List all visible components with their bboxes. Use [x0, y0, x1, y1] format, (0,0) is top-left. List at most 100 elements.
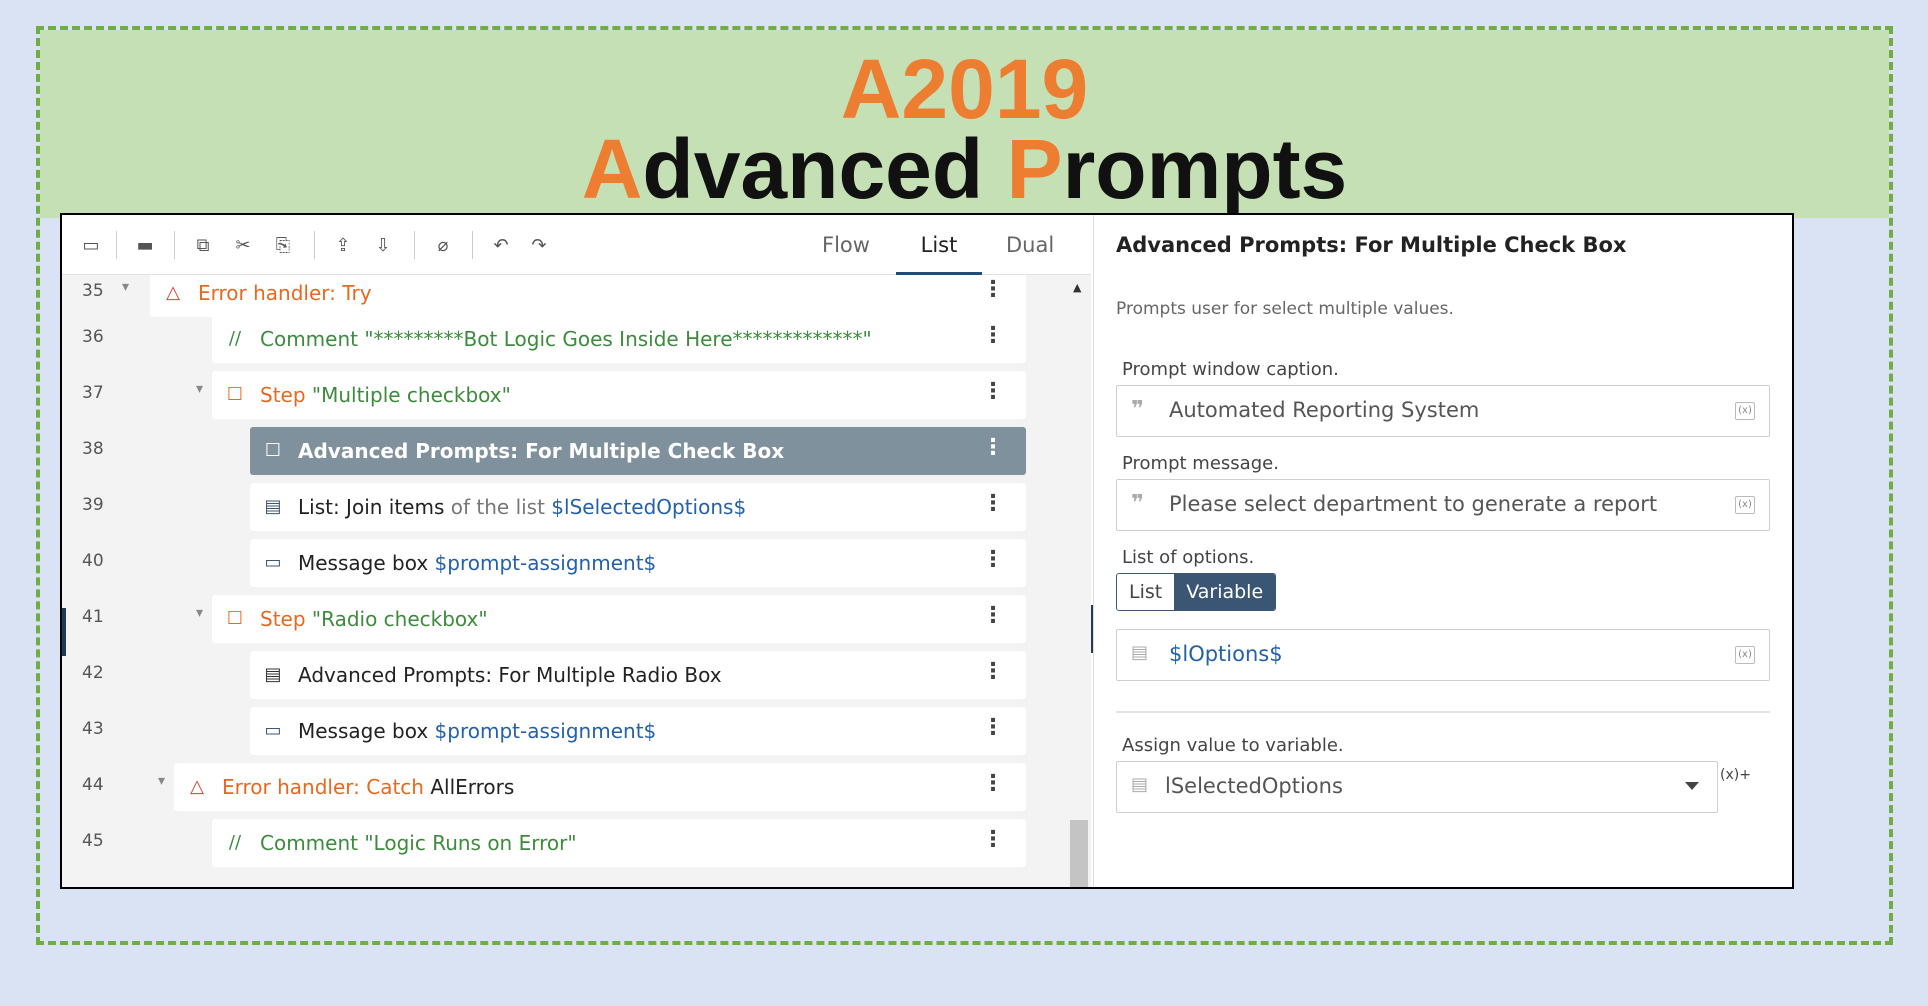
collapse-chevron-icon[interactable]: ▾	[196, 381, 203, 397]
list-item[interactable]: 40 ▭ Message box $prompt-assignment$ ⋮	[62, 537, 1062, 587]
export-icon[interactable]: ⇪	[332, 235, 354, 257]
collapse-chevron-icon[interactable]: ▾	[158, 773, 165, 789]
list-item[interactable]: 38 ☐ Advanced Prompts: For Multiple Check …	[62, 425, 1062, 475]
assign-value: lSelectedOptions	[1165, 774, 1343, 798]
comment-icon: //	[228, 328, 242, 349]
action-label-part: "Radio checkbox"	[311, 607, 488, 631]
scroll-up-icon[interactable]: ▲	[1073, 281, 1081, 294]
laptop-icon[interactable]: ▬	[134, 235, 156, 257]
more-options-icon[interactable]: ⋮	[982, 491, 1004, 516]
list-item[interactable]: 43 ▭ Message box $prompt-assignment$ ⋮	[62, 705, 1062, 755]
line-number: 42	[82, 663, 104, 683]
insert-variable-icon[interactable]: (x)	[1735, 496, 1755, 514]
action-label-part: Advanced Prompts: For Multiple Check Box	[298, 439, 785, 463]
undo-icon[interactable]: ↶	[490, 235, 512, 257]
action-label: Error handler: Catch AllErrors	[222, 775, 514, 799]
message-field[interactable]: ❞ Please select department to generate a…	[1116, 479, 1770, 531]
action-label-part: "Multiple checkbox"	[311, 383, 511, 407]
tab-list[interactable]: List	[896, 229, 982, 275]
action-label-part: Error handler: Try	[198, 281, 372, 305]
scrollbar-thumb[interactable]	[1070, 820, 1088, 887]
list-item[interactable]: 37 ▾ ☐ Step "Multiple checkbox" ⋮	[62, 369, 1062, 419]
toggle-list[interactable]: List	[1117, 574, 1175, 610]
list-icon: ▤	[264, 496, 282, 517]
toggle-variable[interactable]: Variable	[1174, 574, 1276, 610]
toolbar-separator	[314, 231, 315, 259]
action-card[interactable]: // Comment "Logic Runs on Error" ⋮	[212, 819, 1026, 867]
line-number: 38	[82, 439, 104, 459]
warning-triangle-icon: △	[166, 282, 180, 303]
chevron-down-icon[interactable]	[1685, 782, 1699, 790]
list-item[interactable]: 35 ▾ △ Error handler: Try ⋮	[62, 275, 1062, 317]
action-label-part: $lSelectedOptions$	[551, 495, 747, 519]
line-number: 41	[82, 607, 104, 627]
list-item[interactable]: 45 // Comment "Logic Runs on Error" ⋮	[62, 817, 1062, 867]
action-label-part: Step	[260, 607, 312, 631]
editor-toolbar: ▭ ▬ ⧉ ✂ ⎘ ⇪ ⇩ ⌀ ↶ ↷ Flow List Dual	[62, 215, 1091, 275]
action-label-part: AllErrors	[430, 775, 515, 799]
action-label: Advanced Prompts: For Multiple Radio Box	[298, 663, 722, 687]
action-card[interactable]: ▤ List: Join items of the list $lSelected…	[250, 483, 1026, 531]
action-label-part: "*********Bot Logic Goes Inside Here****…	[364, 327, 872, 351]
list-item[interactable]: 36 // Comment "*********Bot Logic Goes Ins…	[62, 313, 1062, 363]
collapse-chevron-icon[interactable]: ▾	[122, 279, 129, 295]
copy-icon[interactable]: ⧉	[192, 235, 214, 257]
more-options-icon[interactable]: ⋮	[982, 277, 1004, 302]
tab-flow[interactable]: Flow	[818, 229, 874, 275]
disable-icon[interactable]: ⌀	[432, 235, 454, 257]
action-card[interactable]: ▭ Message box $prompt-assignment$ ⋮	[250, 707, 1026, 755]
action-label-part: Comment	[260, 327, 365, 351]
action-label-part: "Logic Runs on Error"	[364, 831, 577, 855]
line-number: 35	[82, 281, 104, 301]
more-options-icon[interactable]: ⋮	[982, 435, 1004, 460]
list-item[interactable]: 42 ▤ Advanced Prompts: For Multiple Radio …	[62, 649, 1062, 699]
action-card[interactable]: △ Error handler: Try ⋮	[150, 275, 1026, 317]
line-number: 44	[82, 775, 104, 795]
action-card[interactable]: ▤ Advanced Prompts: For Multiple Radio Bo…	[250, 651, 1026, 699]
more-options-icon[interactable]: ⋮	[982, 323, 1004, 348]
more-options-icon[interactable]: ⋮	[982, 603, 1004, 628]
more-options-icon[interactable]: ⋮	[982, 659, 1004, 684]
action-card[interactable]: ☐ Step "Multiple checkbox" ⋮	[212, 371, 1026, 419]
list-item[interactable]: 41 ▾ ☐ Step "Radio checkbox" ⋮	[62, 593, 1062, 643]
step-box-icon: ☐	[226, 384, 244, 405]
more-options-icon[interactable]: ⋮	[982, 827, 1004, 852]
collapse-chevron-icon[interactable]: ▾	[196, 605, 203, 621]
more-options-icon[interactable]: ⋮	[982, 715, 1004, 740]
title-line-2: Advanced Prompts	[40, 124, 1889, 214]
insert-variable-icon[interactable]: (x)	[1735, 646, 1755, 664]
more-options-icon[interactable]: ⋮	[982, 379, 1004, 404]
list-item[interactable]: 39 ▤ List: Join items of the list $lSelect…	[62, 481, 1062, 531]
action-card[interactable]: ☐ Advanced Prompts: For Multiple Check Bo…	[250, 427, 1026, 475]
properties-panel: Advanced Prompts: For Multiple Check Box…	[1093, 215, 1792, 887]
action-card[interactable]: // Comment "*********Bot Logic Goes Insid…	[212, 315, 1026, 363]
title-word-prompts: rompts	[1062, 122, 1348, 216]
list-item[interactable]: 44 ▾ △ Error handler: Catch AllErrors ⋮	[62, 761, 1062, 811]
toolbar-separator	[116, 231, 117, 259]
record-icon[interactable]: ▭	[80, 235, 102, 257]
options-label: List of options.	[1122, 547, 1255, 568]
caption-label: Prompt window caption.	[1122, 359, 1339, 380]
action-label-part: Message box	[298, 719, 435, 743]
import-icon[interactable]: ⇩	[372, 235, 394, 257]
more-options-icon[interactable]: ⋮	[982, 771, 1004, 796]
action-card[interactable]: ☐ Step "Radio checkbox" ⋮	[212, 595, 1026, 643]
list-variable-icon: ▤	[1131, 774, 1149, 795]
redo-icon[interactable]: ↷	[528, 235, 550, 257]
options-variable-field[interactable]: ▤ $lOptions$ (x)	[1116, 629, 1770, 681]
more-options-icon[interactable]: ⋮	[982, 547, 1004, 572]
paste-icon[interactable]: ⎘	[272, 235, 294, 257]
action-label: Message box $prompt-assignment$	[298, 551, 656, 575]
create-variable-icon[interactable]: (x)+	[1720, 767, 1751, 783]
action-card[interactable]: △ Error handler: Catch AllErrors ⋮	[174, 763, 1026, 811]
action-card[interactable]: ▭ Message box $prompt-assignment$ ⋮	[250, 539, 1026, 587]
action-label: Step "Radio checkbox"	[260, 607, 488, 631]
insert-variable-icon[interactable]: (x)	[1735, 402, 1755, 420]
cut-icon[interactable]: ✂	[232, 235, 254, 257]
comment-icon: //	[228, 832, 242, 853]
assign-variable-select[interactable]: ▤ lSelectedOptions	[1116, 761, 1718, 813]
checkbox-icon: ☐	[264, 440, 282, 461]
tab-dual[interactable]: Dual	[1002, 229, 1058, 275]
list-scrollbar[interactable]: ▲	[1067, 275, 1089, 887]
caption-field[interactable]: ❞ Automated Reporting System (x)	[1116, 385, 1770, 437]
